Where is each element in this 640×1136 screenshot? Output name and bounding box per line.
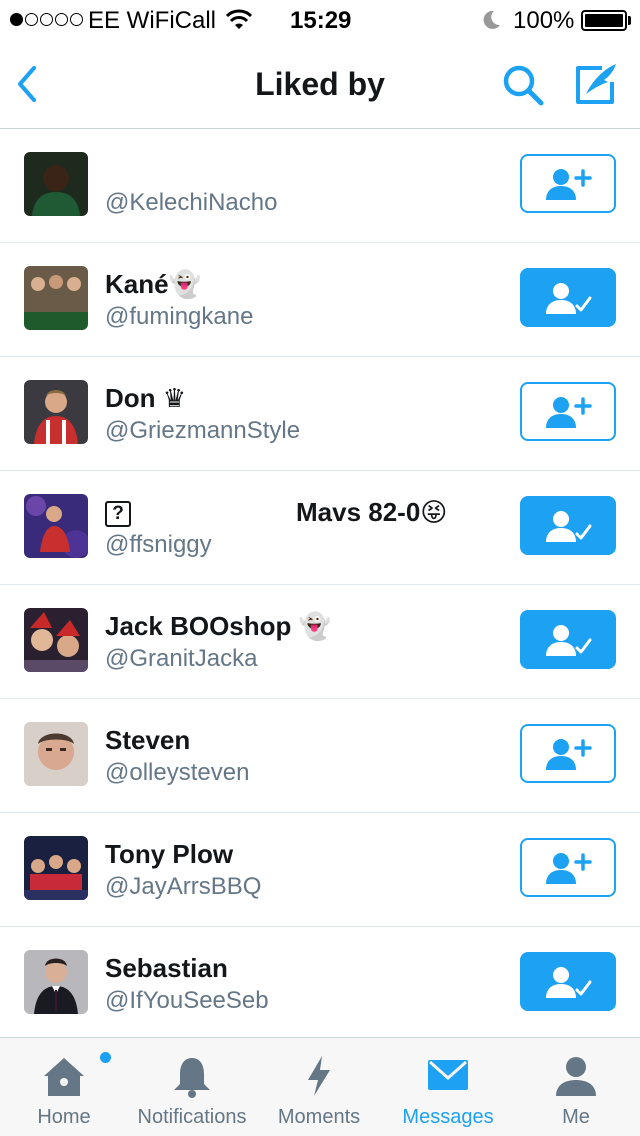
avatar[interactable] <box>24 152 88 216</box>
user-display-name: Jack BOOshop 👻 <box>105 611 331 641</box>
user-handle: @fumingkane <box>105 303 254 330</box>
user-display-name: Tony Plow <box>105 839 234 869</box>
following-user-icon <box>546 282 592 314</box>
home-icon <box>40 1054 88 1103</box>
user-row[interactable]: Kané👻 @fumingkane <box>0 243 640 357</box>
user-display-name: ? <box>105 497 131 528</box>
user-row[interactable]: @KelechiNacho <box>0 129 640 243</box>
search-icon <box>503 65 544 106</box>
following-button[interactable] <box>520 268 616 327</box>
follow-user-icon <box>546 738 592 770</box>
user-row[interactable]: Sebastian @IfYouSeeSeb <box>0 927 640 1041</box>
tab-messages[interactable]: Messages <box>392 1038 504 1136</box>
unknown-character-box: ? <box>105 501 131 528</box>
user-display-name: Don ♛ <box>105 383 187 413</box>
user-handle: @JayArrsBBQ <box>105 873 262 900</box>
follow-button[interactable] <box>520 382 616 441</box>
user-display-name-suffix: Mavs 82-0😝 <box>296 497 448 527</box>
status-bar: EE WiFiCall 15:29 100% <box>0 0 640 40</box>
avatar[interactable] <box>24 950 88 1014</box>
tab-label: Messages <box>402 1106 494 1128</box>
tab-home[interactable]: Home <box>14 1038 114 1136</box>
envelope-icon <box>426 1054 470 1099</box>
following-user-icon <box>546 966 592 998</box>
user-handle: @GriezmannStyle <box>105 417 301 444</box>
compose-tweet-button[interactable] <box>572 62 620 108</box>
user-display-name: Steven <box>105 725 191 755</box>
tab-moments[interactable]: Moments <box>268 1038 370 1136</box>
following-user-icon <box>546 510 592 542</box>
user-handle: @olleysteven <box>105 759 250 786</box>
wifi-icon <box>225 9 253 38</box>
follow-user-icon <box>546 396 592 428</box>
user-handle: @IfYouSeeSeb <box>105 987 269 1014</box>
notification-badge <box>100 1052 111 1063</box>
battery-percentage: 100% <box>513 7 575 34</box>
signal-strength-icon <box>10 13 83 26</box>
user-display-name: Kané👻 <box>105 269 201 299</box>
follow-button[interactable] <box>520 154 616 213</box>
battery-icon <box>581 10 627 31</box>
following-button[interactable] <box>520 610 616 669</box>
follow-button[interactable] <box>520 838 616 897</box>
avatar[interactable] <box>24 608 88 672</box>
user-row[interactable]: Jack BOOshop 👻 @GranitJacka <box>0 585 640 699</box>
user-handle: @KelechiNacho <box>105 189 278 216</box>
user-row[interactable]: Tony Plow @JayArrsBBQ <box>0 813 640 927</box>
tab-label: Notifications <box>137 1106 247 1128</box>
follow-user-icon <box>546 168 592 200</box>
tab-label: Home <box>37 1106 91 1128</box>
do-not-disturb-icon <box>480 9 502 38</box>
compose-icon <box>576 64 616 104</box>
user-handle: @GranitJacka <box>105 645 258 672</box>
avatar[interactable] <box>24 266 88 330</box>
following-button[interactable] <box>520 496 616 555</box>
tab-bar: Home Notifications Moments Messages Me <box>0 1037 640 1136</box>
carrier-label: EE WiFiCall <box>88 7 217 34</box>
liked-by-user-list: @KelechiNacho Kané👻 @fumingkane Don ♛ @G… <box>0 129 640 1041</box>
avatar[interactable] <box>24 836 88 900</box>
tab-notifications[interactable]: Notifications <box>126 1038 258 1136</box>
user-row[interactable]: Don ♛ @GriezmannStyle <box>0 357 640 471</box>
following-button[interactable] <box>520 952 616 1011</box>
follow-button[interactable] <box>520 724 616 783</box>
tab-label: Me <box>562 1106 590 1128</box>
following-user-icon <box>546 624 592 656</box>
avatar[interactable] <box>24 380 88 444</box>
bell-icon <box>170 1054 214 1103</box>
tab-label: Moments <box>277 1106 361 1128</box>
follow-user-icon <box>546 852 592 884</box>
user-row[interactable]: Steven @olleysteven <box>0 699 640 813</box>
avatar[interactable] <box>24 722 88 786</box>
user-handle: @ffsniggy <box>105 531 212 558</box>
person-icon <box>554 1054 598 1103</box>
avatar[interactable] <box>24 494 88 558</box>
lightning-icon <box>304 1054 334 1103</box>
clock: 15:29 <box>290 7 352 34</box>
tab-me[interactable]: Me <box>526 1038 626 1136</box>
navigation-bar: Liked by <box>0 40 640 129</box>
user-display-name: Sebastian <box>105 953 228 983</box>
user-row[interactable]: ? Mavs 82-0😝 @ffsniggy <box>0 471 640 585</box>
search-button[interactable] <box>500 62 546 108</box>
